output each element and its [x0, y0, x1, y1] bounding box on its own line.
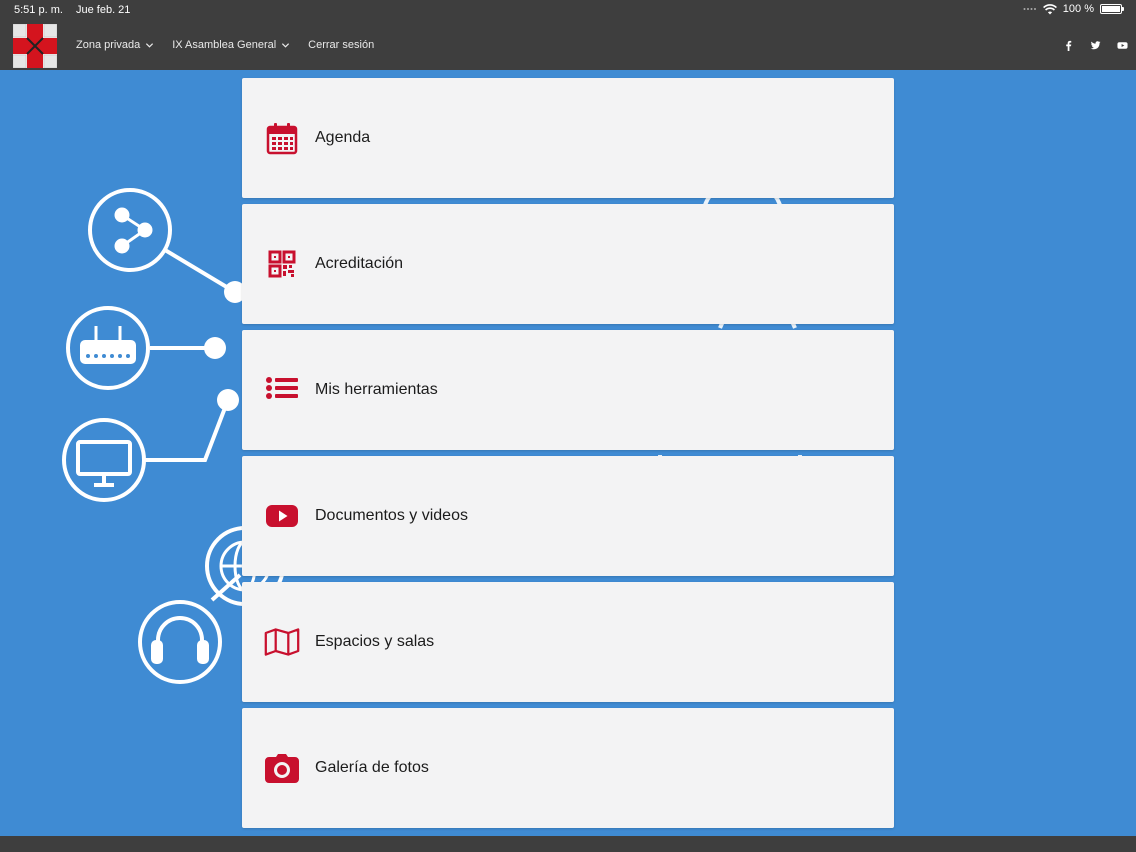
- nav-item-label: IX Asamblea General: [172, 39, 277, 51]
- nav-item-cerrar-sesion[interactable]: Cerrar sesión: [308, 39, 374, 51]
- youtube-play-icon: [264, 498, 300, 534]
- menu-item-acreditacion[interactable]: Acreditación: [242, 204, 894, 324]
- menu-item-galeria-fotos[interactable]: Galería de fotos: [242, 708, 894, 828]
- bottom-bar: [0, 836, 1136, 852]
- status-time: 5:51 p. m.: [14, 4, 63, 16]
- menu-item-documentos-videos[interactable]: Documentos y videos: [242, 456, 894, 576]
- nav-item-zona-privada[interactable]: Zona privada: [76, 39, 154, 51]
- menu-item-label: Documentos y videos: [315, 507, 468, 524]
- menu-item-label: Galería de fotos: [315, 759, 429, 776]
- menu-item-label: Agenda: [315, 129, 371, 146]
- calendar-icon: [264, 120, 300, 156]
- top-navbar: Zona privada IX Asamblea General Cerrar …: [0, 20, 1136, 70]
- wifi-icon: [1042, 3, 1057, 14]
- chevron-down-icon: [146, 42, 154, 48]
- youtube-icon[interactable]: [1117, 40, 1128, 51]
- nav-item-label: Zona privada: [76, 39, 141, 51]
- battery-percent: 100 %: [1062, 3, 1094, 15]
- menu-item-label: Mis herramientas: [315, 381, 438, 398]
- map-icon: [264, 624, 300, 660]
- menu-item-agenda[interactable]: Agenda: [242, 78, 894, 198]
- facebook-icon[interactable]: [1063, 40, 1074, 51]
- nav-menu: Zona privada IX Asamblea General Cerrar …: [76, 20, 374, 70]
- twitter-icon[interactable]: [1090, 40, 1101, 51]
- social-links: [1063, 20, 1128, 70]
- battery-icon: [1100, 4, 1124, 14]
- signal-dots-icon: [1023, 8, 1036, 10]
- list-icon: [264, 372, 300, 408]
- camera-icon: [264, 750, 300, 786]
- menu-item-label: Acreditación: [315, 255, 404, 272]
- menu-item-espacios-salas[interactable]: Espacios y salas: [242, 582, 894, 702]
- qr-code-icon: [264, 246, 300, 282]
- menu-item-mis-herramientas[interactable]: Mis herramientas: [242, 330, 894, 450]
- chevron-down-icon: [282, 42, 290, 48]
- menu-item-label: Espacios y salas: [315, 633, 435, 650]
- status-bar: 5:51 p. m. Jue feb. 21 100 %: [0, 0, 1136, 20]
- nav-item-label: Cerrar sesión: [308, 39, 375, 51]
- logo[interactable]: [13, 24, 57, 68]
- status-date: Jue feb. 21: [75, 4, 131, 16]
- nav-item-asamblea[interactable]: IX Asamblea General: [172, 39, 290, 51]
